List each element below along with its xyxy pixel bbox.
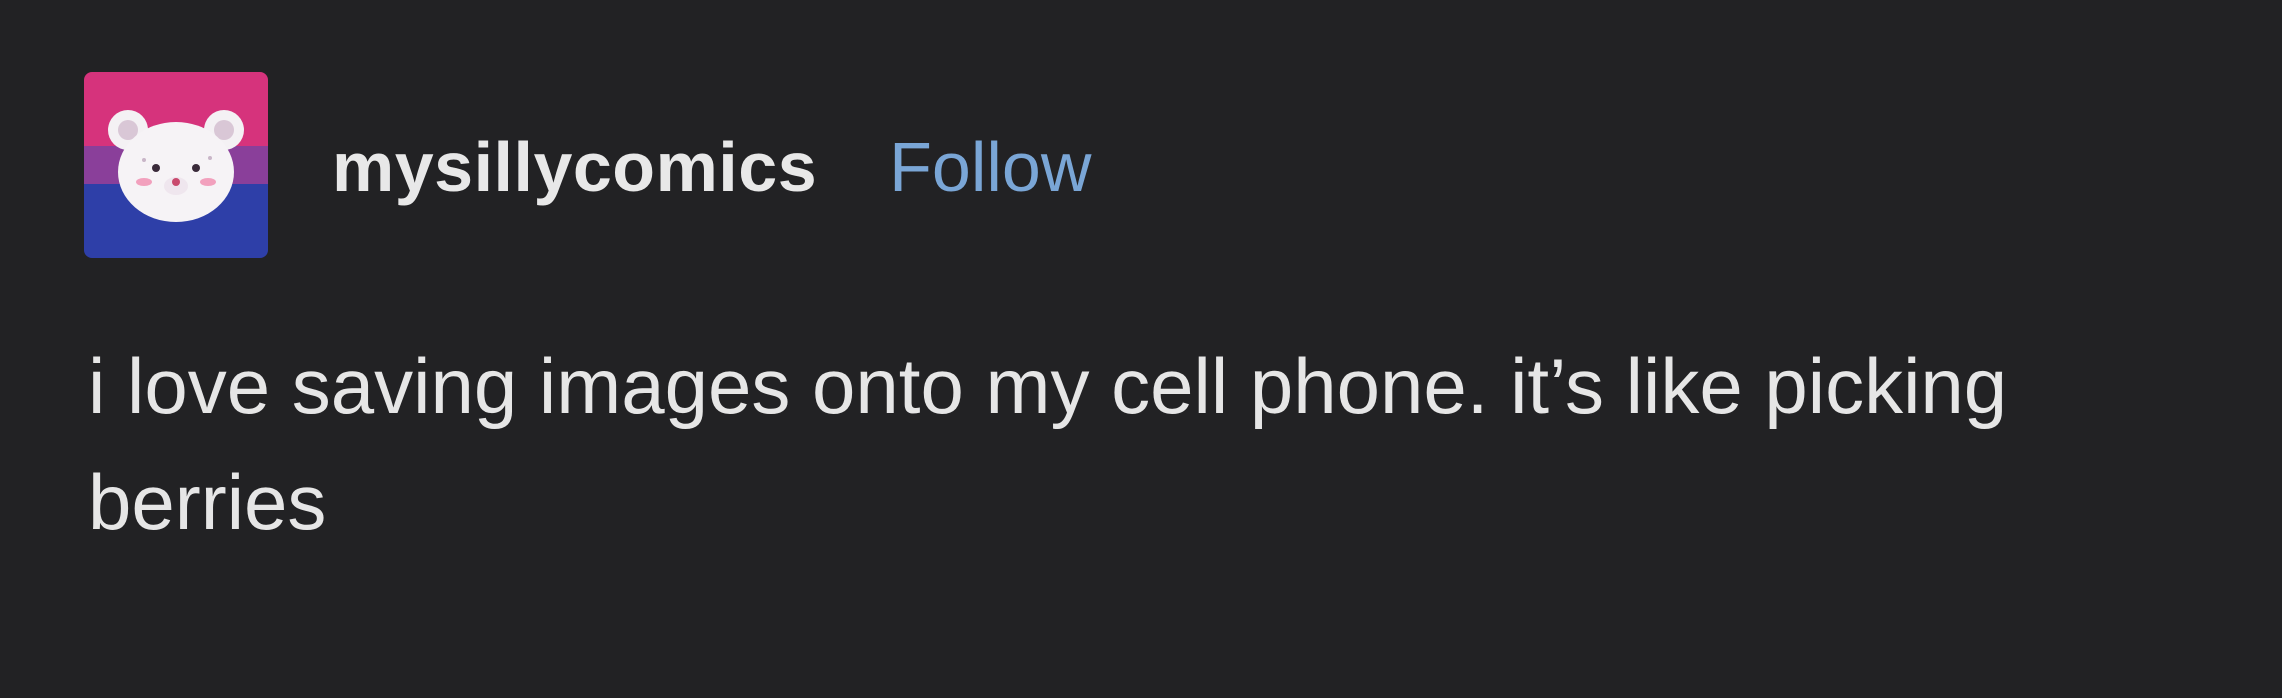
post: mysillycomics Follow i love saving image…	[0, 0, 2282, 698]
follow-button[interactable]: Follow	[889, 132, 1091, 202]
post-text: i love saving images onto my cell phone.…	[88, 342, 2008, 546]
username-link[interactable]: mysillycomics	[332, 132, 817, 202]
post-header: mysillycomics Follow	[84, 70, 1091, 260]
bear-avatar-icon	[84, 72, 268, 258]
avatar[interactable]	[84, 72, 268, 258]
